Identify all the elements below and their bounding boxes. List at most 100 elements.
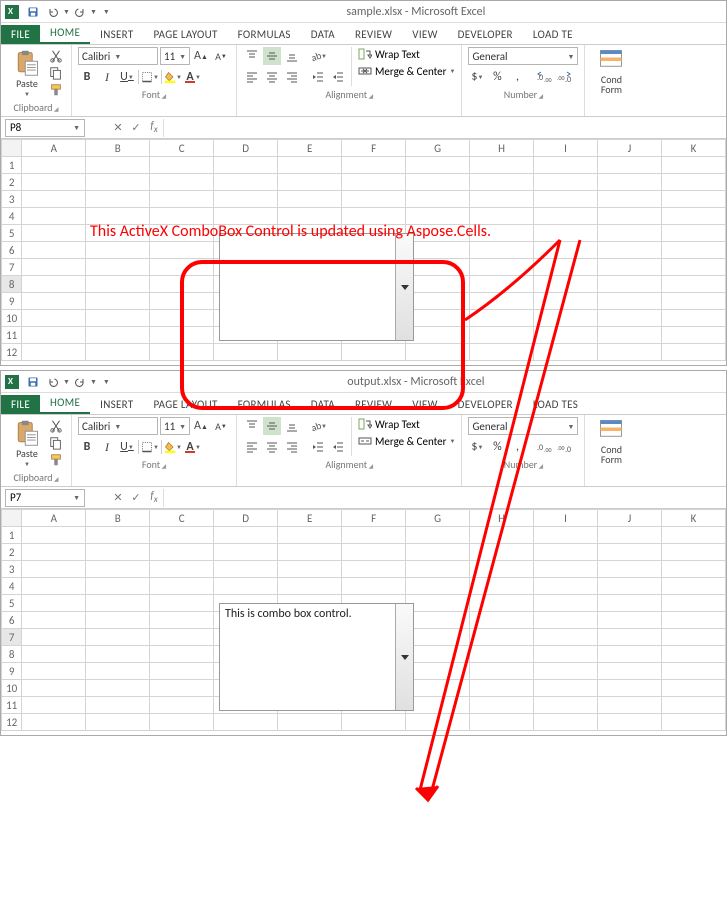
tab-developer[interactable]: DEVELOPER [448,25,523,44]
borders-button[interactable]: ▼ [141,438,159,456]
percent-button[interactable]: % [488,68,506,86]
paste-button[interactable]: Paste ▼ [7,47,47,99]
align-top-button[interactable] [243,47,261,65]
tab-view[interactable]: VIEW [402,25,447,44]
col-header[interactable]: D [214,510,278,527]
tab-home[interactable]: HOME [40,23,90,44]
align-right-button[interactable] [283,438,301,456]
col-header[interactable]: B [86,140,150,157]
percent-button[interactable]: % [488,438,506,456]
col-header[interactable]: F [342,140,406,157]
cancel-formula-icon[interactable]: ✕ [109,489,127,507]
fx-icon[interactable]: fx [145,489,163,507]
undo-icon[interactable] [45,374,61,390]
decrease-font-button[interactable]: A▼ [212,417,230,435]
merge-center-button[interactable]: Merge & Center ▼ [358,434,455,448]
name-box[interactable]: P8▼ [5,119,85,137]
combobox-text[interactable]: This is combo box control. [220,604,395,710]
align-bottom-button[interactable] [283,47,301,65]
tab-home[interactable]: HOME [40,393,90,414]
increase-decimal-button[interactable]: .0.00 [536,438,554,456]
underline-button[interactable]: U▼ [118,438,136,456]
tab-insert[interactable]: INSERT [90,25,143,44]
font-color-button[interactable]: A▼ [184,68,202,86]
align-middle-button[interactable] [263,417,281,435]
formula-bar[interactable] [163,119,726,137]
row-header[interactable]: 11 [2,327,22,344]
save-icon[interactable] [25,374,41,390]
row-header[interactable]: 7 [2,629,22,646]
cancel-formula-icon[interactable]: ✕ [109,119,127,137]
tab-page-layout[interactable]: PAGE LAYOUT [143,25,227,44]
row-header[interactable]: 6 [2,612,22,629]
comma-button[interactable]: , [508,438,526,456]
number-format-combo[interactable]: General▼ [468,47,578,65]
italic-button[interactable]: I [98,68,116,86]
bold-button[interactable]: B [78,68,96,86]
cut-button[interactable] [49,49,63,63]
copy-button[interactable] [49,436,63,450]
fill-color-button[interactable]: ▼ [164,68,182,86]
cut-button[interactable] [49,419,63,433]
underline-button[interactable]: U▼ [118,68,136,86]
number-format-combo[interactable]: General▼ [468,417,578,435]
col-header[interactable]: J [598,140,662,157]
col-header[interactable]: H [470,510,534,527]
conditional-formatting-button[interactable]: Cond Form [591,47,631,95]
font-name-combo[interactable]: Calibri▼ [78,47,158,65]
format-painter-button[interactable] [49,83,63,97]
row-header[interactable]: 12 [2,344,22,361]
row-header[interactable]: 12 [2,714,22,731]
enter-formula-icon[interactable]: ✓ [127,119,145,137]
enter-formula-icon[interactable]: ✓ [127,489,145,507]
borders-button[interactable]: ▼ [141,68,159,86]
decrease-indent-button[interactable] [309,68,327,86]
col-header[interactable]: F [342,510,406,527]
align-bottom-button[interactable] [283,417,301,435]
align-top-button[interactable] [243,417,261,435]
formula-bar[interactable] [163,489,726,507]
col-header[interactable]: K [661,510,725,527]
tab-review[interactable]: REVIEW [345,25,402,44]
row-header[interactable]: 10 [2,310,22,327]
font-size-combo[interactable]: 11▼ [160,47,190,65]
italic-button[interactable]: I [98,438,116,456]
decrease-decimal-button[interactable]: .00.0 [556,68,574,86]
row-header[interactable]: 3 [2,561,22,578]
col-header[interactable]: A [22,140,86,157]
row-header[interactable]: 2 [2,174,22,191]
decrease-font-button[interactable]: A▼ [212,47,230,65]
undo-icon[interactable] [45,4,61,20]
col-header[interactable]: D [214,140,278,157]
align-right-button[interactable] [283,68,301,86]
redo-icon[interactable] [72,4,88,20]
increase-decimal-button[interactable]: .0.00 [536,68,554,86]
row-header[interactable]: 8 [2,276,22,293]
col-header[interactable]: B [86,510,150,527]
row-header[interactable]: 9 [2,663,22,680]
row-header[interactable]: 5 [2,595,22,612]
col-header[interactable]: C [150,510,214,527]
row-header[interactable]: 3 [2,191,22,208]
col-header[interactable]: C [150,140,214,157]
wrap-text-button[interactable]: Wrap Text [358,417,455,431]
font-name-combo[interactable]: Calibri▼ [78,417,158,435]
tab-formulas[interactable]: FORMULAS [228,25,301,44]
decrease-indent-button[interactable] [309,438,327,456]
row-header[interactable]: 11 [2,697,22,714]
bold-button[interactable]: B [78,438,96,456]
align-middle-button[interactable] [263,47,281,65]
font-size-combo[interactable]: 11▼ [160,417,190,435]
col-header[interactable]: G [406,140,470,157]
select-all-corner[interactable] [2,510,22,527]
row-header[interactable]: 8 [2,646,22,663]
tab-loadtest[interactable]: LOAD TE [523,25,583,44]
merge-center-button[interactable]: Merge & Center ▼ [358,64,455,78]
tab-insert[interactable]: INSERT [90,395,143,414]
worksheet-grid[interactable]: A B C D E F G H I J K 1 2 3 4 5 6 7 [1,509,726,735]
align-left-button[interactable] [243,438,261,456]
col-header[interactable]: E [278,140,342,157]
paste-button[interactable]: Paste▼ [7,417,47,469]
col-header[interactable]: E [278,510,342,527]
copy-button[interactable] [49,66,63,80]
